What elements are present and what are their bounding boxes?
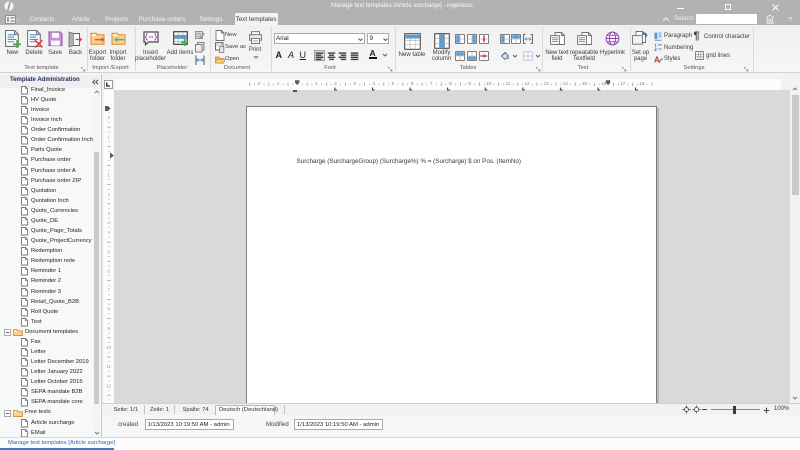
svg-text:8: 8 (449, 81, 452, 86)
svg-text:10: 10 (486, 81, 492, 86)
svg-text:13: 13 (544, 81, 550, 86)
svg-text:4: 4 (108, 230, 111, 235)
svg-text:7: 7 (430, 81, 433, 86)
svg-text:3: 3 (108, 211, 111, 216)
svg-text:1: 1 (108, 173, 111, 178)
svg-text:11: 11 (505, 81, 510, 86)
svg-text:9: 9 (108, 326, 111, 331)
svg-text:A: A (654, 55, 660, 64)
svg-text:11: 11 (106, 364, 111, 369)
svg-text:1: 1 (277, 81, 280, 86)
svg-text:14: 14 (563, 81, 569, 86)
svg-text:5: 5 (392, 81, 395, 86)
svg-text:6: 6 (411, 81, 414, 86)
svg-text:8: 8 (108, 307, 111, 312)
svg-text:2: 2 (108, 192, 111, 197)
svg-text:3: 3 (353, 81, 356, 86)
svg-text:16: 16 (601, 81, 607, 86)
svg-text:12: 12 (524, 81, 530, 86)
svg-text:18: 18 (639, 81, 645, 86)
svg-text:6: 6 (108, 268, 111, 273)
svg-text:10: 10 (106, 345, 111, 350)
svg-text:2: 2 (334, 81, 337, 86)
svg-text:7: 7 (108, 288, 111, 293)
svg-text:2: 2 (258, 81, 261, 86)
svg-text:1: 1 (108, 134, 111, 139)
svg-text:17: 17 (620, 81, 626, 86)
svg-text:4: 4 (373, 81, 376, 86)
svg-text:5: 5 (108, 249, 111, 254)
svg-text:15: 15 (582, 81, 588, 86)
svg-text:2: 2 (108, 115, 111, 120)
svg-text:12: 12 (106, 383, 111, 388)
svg-text:9: 9 (468, 81, 471, 86)
svg-text:1: 1 (315, 81, 318, 86)
